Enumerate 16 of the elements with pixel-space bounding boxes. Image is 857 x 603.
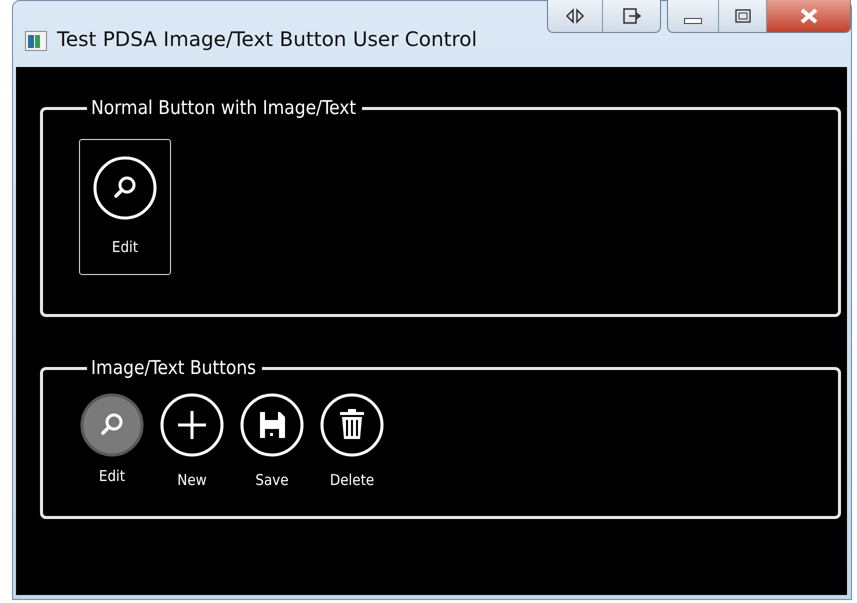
edit-button[interactable]: Edit xyxy=(79,139,171,275)
export-icon[interactable] xyxy=(602,0,660,32)
app-icon xyxy=(25,31,47,51)
group-title: Image/Text Buttons xyxy=(90,357,258,379)
maximize-icon xyxy=(734,8,752,24)
minimize-button[interactable] xyxy=(668,0,718,32)
maximize-button[interactable] xyxy=(718,0,766,32)
delete-button[interactable]: Delete xyxy=(319,387,385,489)
new-button[interactable]: New xyxy=(159,387,225,489)
window-title: Test PDSA Image/Text Button User Control xyxy=(57,27,478,51)
minimize-icon xyxy=(684,18,702,24)
save-button[interactable]: Save xyxy=(239,387,305,489)
close-button[interactable] xyxy=(766,0,850,32)
edit-button[interactable]: Edit xyxy=(79,387,145,485)
resize-arrows-icon[interactable] xyxy=(548,0,602,32)
group-title: Normal Button with Image/Text xyxy=(90,97,358,119)
